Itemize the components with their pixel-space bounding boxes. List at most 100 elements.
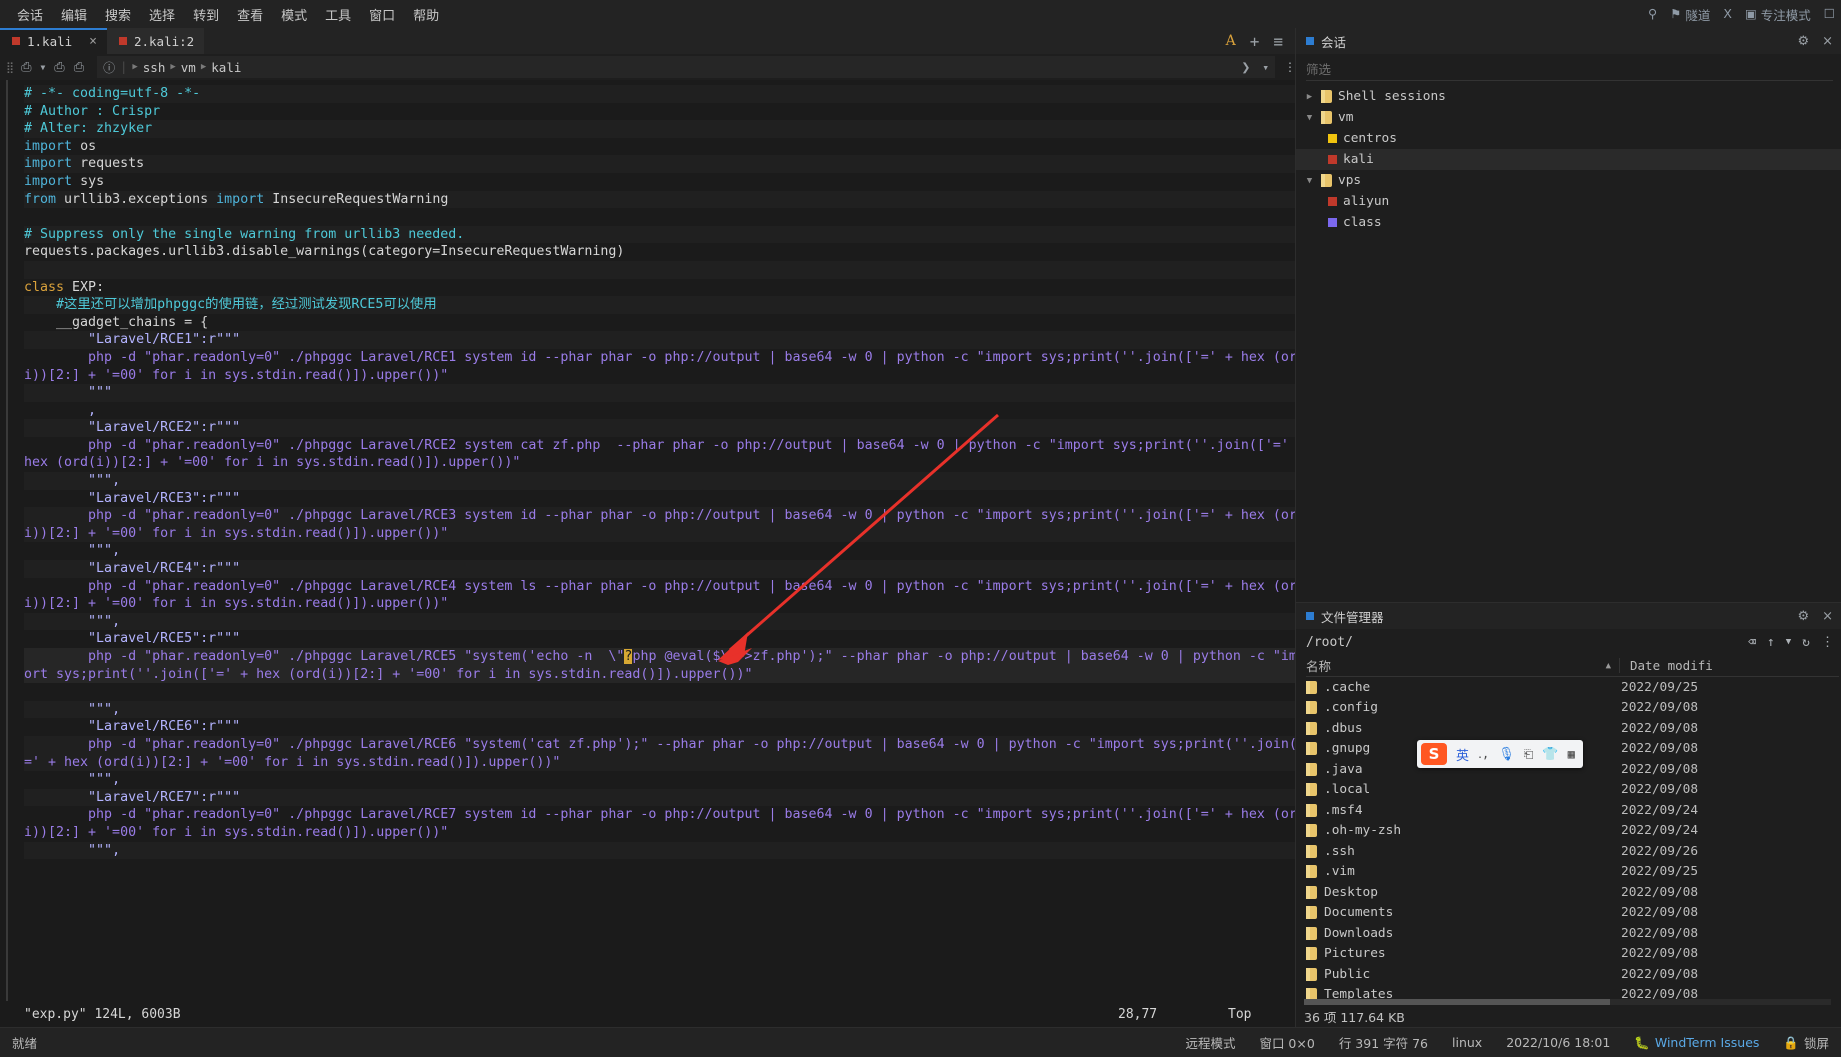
tree-item-vps[interactable]: ▼ vps bbox=[1296, 170, 1841, 191]
keyboard-icon[interactable]: ⎗ bbox=[1524, 747, 1534, 762]
new-tab-icon[interactable]: ⎙ bbox=[21, 60, 31, 75]
file-row[interactable]: .msf4 2022/09/24 bbox=[1296, 800, 1841, 821]
file-manager-footer: 36 项 117.64 KB bbox=[1296, 999, 1841, 1027]
status-windterm-issues[interactable]: 🐛 WindTerm Issues bbox=[1634, 1035, 1759, 1051]
horizontal-scrollbar[interactable] bbox=[1304, 999, 1831, 1005]
status-window-size[interactable]: 窗口 0×0 bbox=[1259, 1033, 1314, 1052]
file-name: Public bbox=[1324, 966, 1371, 982]
panel-dot-icon bbox=[1306, 37, 1314, 45]
tab-menu-icon[interactable]: ≡ bbox=[1273, 32, 1283, 51]
file-row[interactable]: .dbus 2022/09/08 bbox=[1296, 718, 1841, 739]
folder-icon bbox=[1306, 824, 1317, 838]
up-directory-icon[interactable]: ↑ bbox=[1767, 635, 1775, 650]
crumb-vm[interactable]: vm bbox=[181, 60, 196, 75]
menu-item-edit[interactable]: 编辑 bbox=[52, 3, 96, 26]
sessions-tree: ▶ Shell sessions ▼ vm centros kali ▼ vps bbox=[1296, 83, 1841, 233]
chevron-down-icon[interactable]: ▾ bbox=[1262, 61, 1269, 74]
chevron-down-icon[interactable]: ▼ bbox=[1304, 113, 1315, 123]
skin-icon[interactable]: 👕 bbox=[1542, 747, 1558, 762]
status-platform[interactable]: linux bbox=[1452, 1035, 1482, 1050]
tab-label: 2.kali:2 bbox=[133, 33, 195, 49]
refresh-icon[interactable]: ↻ bbox=[1802, 635, 1810, 650]
more-vertical-icon[interactable]: ⋮ bbox=[1284, 60, 1296, 74]
menu-item-mode[interactable]: 模式 bbox=[272, 3, 316, 26]
focus-mode-button[interactable]: ▣ 专注模式 bbox=[1745, 5, 1811, 24]
column-header-date[interactable]: Date modifi bbox=[1619, 658, 1839, 673]
file-row[interactable]: Pictures 2022/09/08 bbox=[1296, 944, 1841, 965]
clear-path-icon[interactable]: ⌫ bbox=[1748, 635, 1756, 650]
chevron-down-icon[interactable]: ▼ bbox=[1304, 176, 1315, 186]
menu-item-goto[interactable]: 转到 bbox=[184, 3, 228, 26]
sogou-logo-icon: S bbox=[1421, 743, 1447, 765]
file-row[interactable]: .cache 2022/09/25 bbox=[1296, 677, 1841, 698]
vim-editor[interactable]: # -*- coding=utf-8 -*- # Author : Crispr #… bbox=[0, 80, 1295, 1027]
file-row[interactable]: .local 2022/09/08 bbox=[1296, 780, 1841, 801]
tree-item-aliyun[interactable]: aliyun bbox=[1296, 191, 1841, 212]
file-row[interactable]: .config 2022/09/08 bbox=[1296, 698, 1841, 719]
more-vertical-icon[interactable]: ⋮ bbox=[1821, 635, 1834, 650]
add-tab-icon[interactable]: + bbox=[1250, 32, 1260, 51]
path-input[interactable]: /root/ bbox=[1306, 635, 1353, 650]
font-size-icon[interactable]: A bbox=[1226, 33, 1236, 49]
menu-item-session[interactable]: 会话 bbox=[8, 3, 52, 26]
file-name: .oh-my-zsh bbox=[1324, 823, 1402, 839]
close-tab-icon[interactable]: ⎙ bbox=[74, 60, 84, 75]
session-path[interactable]: ⓘ | ▶ ssh ▶ vm ▶ kali ❯ ▾ bbox=[97, 56, 1275, 78]
menu-item-search[interactable]: 搜索 bbox=[96, 3, 140, 26]
chevron-right-icon[interactable]: ▶ bbox=[1304, 92, 1315, 102]
tree-item-label: class bbox=[1343, 215, 1382, 230]
tab-2-kali-2[interactable]: 2.kali:2 bbox=[106, 28, 205, 54]
tree-item-vm[interactable]: ▼ vm bbox=[1296, 107, 1841, 128]
file-row[interactable]: Desktop 2022/09/08 bbox=[1296, 882, 1841, 903]
tab-close-icon[interactable]: × bbox=[89, 34, 97, 49]
chevron-down-icon[interactable]: ▼ bbox=[40, 63, 45, 72]
close-icon[interactable]: × bbox=[1822, 34, 1833, 49]
ime-toolbar[interactable]: S 英 ․, 🎙 ⎗ 👕 ▦ bbox=[1417, 740, 1583, 768]
gear-icon[interactable]: ⚙ bbox=[1797, 609, 1809, 624]
status-remote-mode[interactable]: 远程模式 bbox=[1185, 1033, 1235, 1052]
tree-item-centros[interactable]: centros bbox=[1296, 128, 1841, 149]
crumb-kali[interactable]: kali bbox=[211, 60, 241, 75]
file-list[interactable]: .cache 2022/09/25 .config 2022/09/08 .dbus… bbox=[1296, 677, 1841, 1005]
sessions-panel-title: 会话 bbox=[1321, 34, 1347, 50]
x-icon: X bbox=[1723, 5, 1732, 21]
punctuation-icon[interactable]: ․, bbox=[1478, 747, 1489, 761]
file-row[interactable]: Public 2022/09/08 bbox=[1296, 964, 1841, 985]
x-button[interactable]: X bbox=[1723, 5, 1732, 21]
gear-icon[interactable]: ⚙ bbox=[1797, 34, 1809, 49]
column-header-name[interactable]: 名称 bbox=[1306, 656, 1331, 675]
ime-mode-label[interactable]: 英 bbox=[1456, 745, 1469, 764]
toolbox-icon[interactable]: ▦ bbox=[1568, 747, 1575, 761]
chevron-right-icon[interactable]: ❯ bbox=[1241, 58, 1250, 76]
status-line-char[interactable]: 行 391 字符 76 bbox=[1339, 1033, 1428, 1052]
file-row[interactable]: .ssh 2022/09/26 bbox=[1296, 841, 1841, 862]
sessions-filter-input[interactable]: 筛选 bbox=[1306, 57, 1833, 81]
status-ready: 就绪 bbox=[12, 1036, 38, 1051]
dropdown-icon[interactable]: ▼ bbox=[1786, 637, 1791, 647]
drag-handle-icon[interactable]: ⣿ bbox=[6, 61, 14, 74]
tab-1-kali[interactable]: 1.kali × bbox=[0, 28, 107, 54]
search-button[interactable]: ⚲ bbox=[1648, 7, 1657, 21]
tree-item-label: centros bbox=[1343, 131, 1397, 146]
duplicate-tab-icon[interactable]: ⎙ bbox=[54, 60, 64, 75]
file-row[interactable]: .oh-my-zsh 2022/09/24 bbox=[1296, 821, 1841, 842]
tree-item-class[interactable]: class bbox=[1296, 212, 1841, 233]
status-lock-screen[interactable]: 🔒 锁屏 bbox=[1783, 1033, 1829, 1052]
tunnel-button[interactable]: ⚑ 隧道 bbox=[1670, 5, 1710, 24]
menu-item-view[interactable]: 查看 bbox=[228, 3, 272, 26]
close-icon[interactable]: × bbox=[1822, 609, 1833, 624]
folder-icon bbox=[1306, 803, 1317, 817]
file-row[interactable]: .vim 2022/09/25 bbox=[1296, 862, 1841, 883]
crumb-ssh[interactable]: ssh bbox=[143, 60, 166, 75]
microphone-icon[interactable]: 🎙 bbox=[1498, 747, 1515, 762]
menu-item-select[interactable]: 选择 bbox=[140, 3, 184, 26]
menu-item-help[interactable]: 帮助 bbox=[404, 3, 448, 26]
menu-item-tools[interactable]: 工具 bbox=[316, 3, 360, 26]
info-icon[interactable]: ⓘ bbox=[103, 59, 115, 76]
file-row[interactable]: Documents 2022/09/08 bbox=[1296, 903, 1841, 924]
layout-button[interactable]: ☐ bbox=[1824, 7, 1835, 21]
file-row[interactable]: Downloads 2022/09/08 bbox=[1296, 923, 1841, 944]
tree-item-shell-sessions[interactable]: ▶ Shell sessions bbox=[1296, 86, 1841, 107]
tree-item-kali[interactable]: kali bbox=[1296, 149, 1841, 170]
menu-item-window[interactable]: 窗口 bbox=[360, 3, 404, 26]
